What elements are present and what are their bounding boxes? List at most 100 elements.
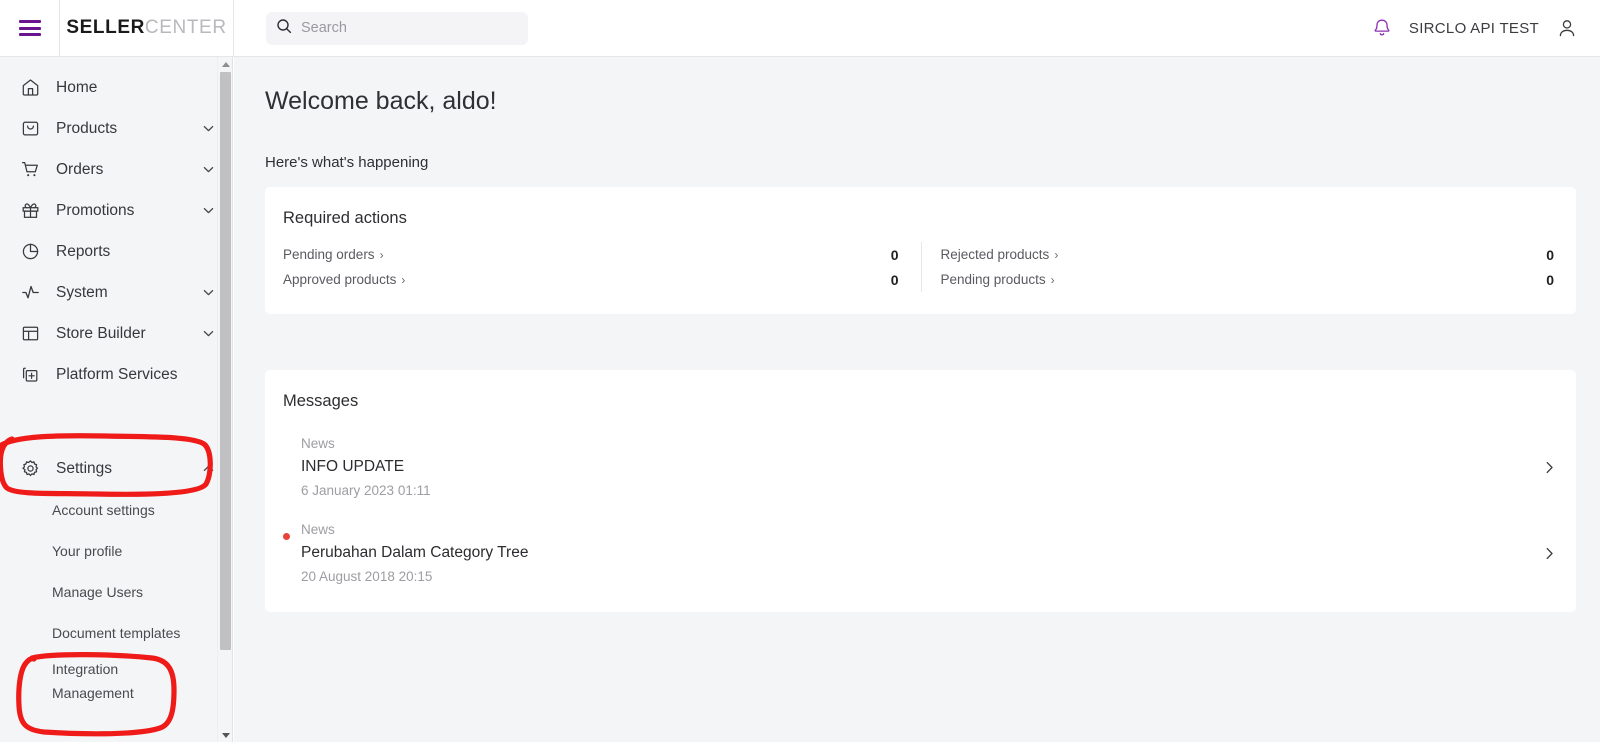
sidebar-item-products[interactable]: Products <box>0 108 232 149</box>
sidebar-item-label: Products <box>56 119 118 137</box>
scrollbar-thumb[interactable] <box>220 72 231 650</box>
sidebar-item-label: Store Builder <box>56 324 146 342</box>
search-icon <box>276 18 292 39</box>
logo-light-text: CENTER <box>144 17 227 38</box>
sidebar-item-reports[interactable]: Reports <box>0 231 232 272</box>
main-content: Welcome back, aldo! Here's what's happen… <box>234 57 1600 742</box>
sidebar-item-system[interactable]: System <box>0 272 232 313</box>
messages-title: Messages <box>283 392 359 410</box>
message-subject: Perubahan Dalam Category Tree <box>301 544 529 561</box>
sidebar-subitem-document-templates[interactable]: Document templates <box>0 612 232 653</box>
hamburger-menu-icon[interactable] <box>18 20 41 36</box>
add-module-icon <box>18 363 42 387</box>
sidebar-item-platform-services[interactable]: Platform Services <box>0 354 232 395</box>
topbar-right-group: SIRCLO API TEST <box>1372 17 1600 39</box>
bell-icon[interactable] <box>1372 18 1392 39</box>
pie-chart-icon <box>18 240 42 264</box>
chevron-right-icon[interactable] <box>1541 459 1558 476</box>
user-icon[interactable] <box>1556 17 1578 39</box>
sidebar-item-label: Orders <box>56 160 104 178</box>
message-date: 6 January 2023 01:11 <box>301 483 431 498</box>
required-action-count: 0 <box>890 271 899 288</box>
sidebar-item-label: Settings <box>56 459 113 477</box>
sidebar-item-label: System <box>56 283 108 301</box>
messages-card: Messages News INFO UPDATE 6 January 2023… <box>265 370 1576 612</box>
required-action-count: 0 <box>890 246 899 263</box>
sidebar-subitem-label: Document templates <box>52 624 181 641</box>
sidebar-item-store-builder[interactable]: Store Builder <box>0 313 232 354</box>
message-kind: News <box>301 436 335 451</box>
required-action-label: Pending products <box>940 272 1046 287</box>
sidebar-nav: Home Products Orders Promotions Reports … <box>0 57 232 709</box>
sidebar-item-settings[interactable]: Settings <box>0 448 232 489</box>
message-row[interactable]: News INFO UPDATE 6 January 2023 01:11 <box>265 424 1576 510</box>
logo-bold-text: SELLER <box>66 17 145 38</box>
account-name-label: SIRCLO API TEST <box>1408 19 1539 37</box>
sidebar-item-promotions[interactable]: Promotions <box>0 190 232 231</box>
chevron-right-icon: › <box>379 247 384 262</box>
chevron-down-icon[interactable] <box>201 326 216 341</box>
required-action-approved-products[interactable]: Approved products › 0 <box>283 267 899 292</box>
layout-icon <box>18 322 42 346</box>
sidebar-item-label: Promotions <box>56 201 135 219</box>
message-kind: News <box>301 522 335 537</box>
required-actions-left-column: Pending orders › 0 Approved products › 0 <box>265 242 921 292</box>
sidebar-subitem-manage-users[interactable]: Manage Users <box>0 571 232 612</box>
chevron-right-icon: › <box>1050 272 1055 287</box>
scroll-up-arrow-icon[interactable] <box>218 57 232 71</box>
message-body: News Perubahan Dalam Category Tree 20 Au… <box>301 519 1541 587</box>
sidebar-subitem-integration-management[interactable]: Integration Management <box>0 653 232 709</box>
chevron-down-icon[interactable] <box>201 285 216 300</box>
required-action-label: Approved products <box>283 272 397 287</box>
required-action-pending-orders[interactable]: Pending orders › 0 <box>283 242 899 267</box>
required-action-count: 0 <box>1546 246 1554 263</box>
top-bar: SELLERCENTER SIRCLO AP <box>0 0 1600 57</box>
chevron-right-icon: › <box>1054 247 1059 262</box>
sidebar-subitem-your-profile[interactable]: Your profile <box>0 530 232 571</box>
message-unread-cell <box>283 519 301 540</box>
page-title: Welcome back, aldo! <box>265 87 497 115</box>
sidebar-subitem-label: Your profile <box>52 542 123 559</box>
search-input[interactable] <box>301 20 511 36</box>
sidebar-subitem-label-line1: Integration <box>52 661 119 677</box>
seller-center-logo[interactable]: SELLERCENTER <box>66 17 226 39</box>
required-action-count: 0 <box>1546 271 1554 288</box>
gear-icon <box>18 457 42 481</box>
chevron-down-icon[interactable] <box>201 121 216 136</box>
sidebar-subitem-label: Account settings <box>52 501 155 518</box>
sidebar-item-home[interactable]: Home <box>0 67 232 108</box>
message-date: 20 August 2018 20:15 <box>301 569 433 584</box>
chevron-down-icon[interactable] <box>201 203 216 218</box>
chevron-down-icon[interactable] <box>201 162 216 177</box>
message-subject: INFO UPDATE <box>301 458 405 475</box>
required-actions-rows: Pending orders › 0 Approved products › 0… <box>265 228 1576 314</box>
sidebar-item-orders[interactable]: Orders <box>0 149 232 190</box>
search-wrapper <box>266 11 528 45</box>
sidebar-subitem-label-line2: Management <box>52 685 134 701</box>
sidebar-scrollbar[interactable] <box>217 57 232 742</box>
scroll-down-arrow-icon[interactable] <box>218 728 232 742</box>
message-row[interactable]: News Perubahan Dalam Category Tree 20 Au… <box>265 510 1576 596</box>
sidebar-item-label: Reports <box>56 242 111 260</box>
page-subtitle: Here's what's happening <box>265 154 429 171</box>
seller-center-dashboard: SELLERCENTER SIRCLO AP <box>0 0 1600 742</box>
required-actions-card: Required actions Pending orders › 0 Appr… <box>265 187 1576 314</box>
message-unread-cell <box>283 433 301 447</box>
required-action-rejected-products[interactable]: Rejected products › 0 <box>941 242 1555 267</box>
required-action-label: Rejected products <box>940 247 1050 262</box>
home-icon <box>18 76 42 100</box>
message-body: News INFO UPDATE 6 January 2023 01:11 <box>301 433 1541 501</box>
sidebar-subitem-label: Manage Users <box>52 583 144 600</box>
sidebar-item-label: Home <box>56 78 98 96</box>
sidebar-subitem-account-settings[interactable]: Account settings <box>0 489 232 530</box>
required-action-label: Pending orders <box>283 247 375 262</box>
gift-icon <box>18 199 42 223</box>
search-box[interactable] <box>266 11 528 45</box>
unread-indicator-dot <box>283 533 290 540</box>
required-actions-right-column: Rejected products › 0 Pending products ›… <box>920 242 1577 292</box>
sidebar-item-label: Platform Services <box>56 365 178 383</box>
logo-cell: SELLERCENTER <box>60 0 234 57</box>
chevron-right-icon[interactable] <box>1541 545 1558 562</box>
chevron-up-icon[interactable] <box>201 461 216 476</box>
required-action-pending-products[interactable]: Pending products › 0 <box>941 267 1555 292</box>
